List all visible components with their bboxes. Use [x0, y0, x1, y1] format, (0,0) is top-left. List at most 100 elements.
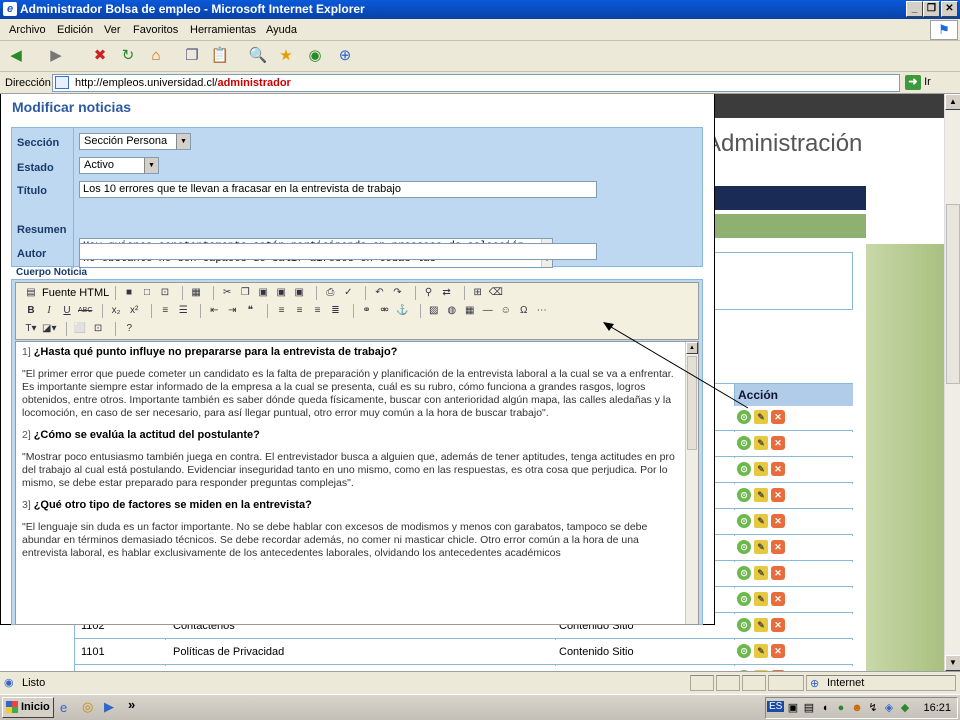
menu-favoritos[interactable]: Favoritos	[133, 24, 178, 36]
select-all-icon[interactable]: ⊞	[471, 286, 485, 300]
unordered-list-icon[interactable]: ☰	[176, 304, 190, 318]
about-icon[interactable]: ?	[122, 322, 136, 336]
tray-app-icon[interactable]: ◈	[882, 701, 896, 715]
new-page-icon[interactable]: □	[140, 286, 154, 300]
edit-icon[interactable]: ✎	[754, 436, 768, 450]
menu-edicion[interactable]: Edición	[57, 24, 93, 36]
favorites-star-icon[interactable]: ★	[274, 45, 298, 67]
align-right-icon[interactable]: ≡	[311, 304, 325, 318]
outlook-quicklaunch-icon[interactable]: ◎	[82, 699, 93, 715]
edit-icon[interactable]: ✎	[754, 410, 768, 424]
strike-icon[interactable]: ABC	[78, 304, 92, 318]
view-icon[interactable]: ⊙	[737, 436, 751, 450]
forward-icon[interactable]: ▶	[44, 45, 68, 67]
home-icon[interactable]: ⌂	[144, 45, 168, 67]
spellcheck-icon[interactable]: ✓	[341, 286, 355, 300]
edit-icon[interactable]: ✎	[754, 566, 768, 580]
security-icon[interactable]: ●	[834, 701, 848, 715]
text-color-icon[interactable]: T▾	[24, 322, 38, 336]
media-icon[interactable]: ◉	[303, 45, 327, 67]
remove-format-icon[interactable]: ⌫	[489, 286, 503, 300]
edit-icon[interactable]: ✎	[754, 488, 768, 502]
delete-icon[interactable]: ✕	[771, 592, 785, 606]
source-icon[interactable]: ▤	[24, 286, 38, 300]
seccion-select[interactable]: Sección Persona ▼	[79, 133, 191, 150]
show-blocks-icon[interactable]: ⊡	[91, 322, 105, 336]
delete-icon[interactable]: ✕	[771, 436, 785, 450]
delete-icon[interactable]: ✕	[771, 462, 785, 476]
restore-button[interactable]: ❐	[923, 1, 940, 17]
go-button[interactable]: ➜ Ir	[905, 75, 955, 92]
refresh-icon[interactable]: ↻	[116, 45, 140, 67]
smiley-icon[interactable]: ☺	[499, 304, 513, 318]
view-icon[interactable]: ⊙	[737, 566, 751, 580]
minimize-button[interactable]: _	[906, 1, 923, 17]
save-icon[interactable]: ■	[122, 286, 136, 300]
editor-scrollbar[interactable]: ▲	[685, 342, 698, 624]
align-left-icon[interactable]: ≡	[275, 304, 289, 318]
page-scrollbar[interactable]: ▲ ▼	[944, 94, 960, 671]
autor-input[interactable]	[79, 243, 597, 260]
view-icon[interactable]: ⊙	[737, 488, 751, 502]
delete-icon[interactable]: ✕	[771, 566, 785, 580]
bg-color-icon[interactable]: ◪▾	[42, 322, 56, 336]
scroll-up-icon[interactable]: ▲	[686, 342, 698, 354]
cut-icon[interactable]: ✂	[220, 286, 234, 300]
view-icon[interactable]: ⊙	[737, 462, 751, 476]
view-icon[interactable]: ⊙	[737, 592, 751, 606]
view-icon[interactable]: ⊙	[737, 540, 751, 554]
unlink-icon[interactable]: ⚮	[378, 304, 392, 318]
copy-icon[interactable]: ❐	[238, 286, 252, 300]
indent-icon[interactable]: ⇥	[225, 304, 239, 318]
delete-icon[interactable]: ✕	[771, 514, 785, 528]
italic-icon[interactable]: I	[42, 304, 56, 318]
scroll-thumb[interactable]	[946, 204, 960, 384]
estado-select[interactable]: Activo ▼	[79, 157, 159, 174]
copy-icon[interactable]: ❐	[180, 45, 204, 67]
view-icon[interactable]: ⊙	[737, 618, 751, 632]
source-button[interactable]: Fuente HTML	[42, 287, 109, 299]
network-icon[interactable]: ▣	[786, 701, 800, 715]
ordered-list-icon[interactable]: ≡	[158, 304, 172, 318]
superscript-icon[interactable]: x²	[127, 304, 141, 318]
paste-word-icon[interactable]: ▣	[292, 286, 306, 300]
view-icon[interactable]: ⊙	[737, 410, 751, 424]
edit-icon[interactable]: ✎	[754, 462, 768, 476]
scroll-up-icon[interactable]: ▲	[945, 94, 960, 110]
ie-quicklaunch-icon[interactable]: e	[60, 700, 67, 715]
view-icon[interactable]: ⊙	[737, 644, 751, 658]
paste-icon[interactable]: 📋	[208, 45, 232, 67]
templates-icon[interactable]: ▦	[189, 286, 203, 300]
page-break-icon[interactable]: ⋯	[535, 304, 549, 318]
close-button[interactable]: ✕	[941, 1, 958, 17]
back-icon[interactable]: ◀	[4, 45, 28, 67]
edit-icon[interactable]: ✎	[754, 618, 768, 632]
image-icon[interactable]: ▨	[427, 304, 441, 318]
menu-ver[interactable]: Ver	[104, 24, 121, 36]
edit-icon[interactable]: ✎	[754, 514, 768, 528]
find-icon[interactable]: ⚲	[422, 286, 436, 300]
search-icon[interactable]: 🔍	[246, 45, 270, 67]
subscript-icon[interactable]: x₂	[109, 304, 123, 318]
paste-icon[interactable]: ▣	[256, 286, 270, 300]
replace-icon[interactable]: ⇄	[440, 286, 454, 300]
horizontal-rule-icon[interactable]: ―	[481, 304, 495, 318]
flash-icon[interactable]: ◍	[445, 304, 459, 318]
edit-icon[interactable]: ✎	[754, 644, 768, 658]
editor-content[interactable]: 1] ¿Hasta qué punto influye no preparars…	[15, 341, 699, 625]
menu-archivo[interactable]: Archivo	[9, 24, 46, 36]
more-chevron[interactable]: »	[128, 697, 135, 712]
special-char-icon[interactable]: Ω	[517, 304, 531, 318]
history-icon[interactable]: ⊕	[333, 45, 357, 67]
bold-icon[interactable]: B	[24, 304, 38, 318]
media-quicklaunch-icon[interactable]: ▶	[104, 699, 114, 715]
link-icon[interactable]: ⚭	[360, 304, 374, 318]
menu-herramientas[interactable]: Herramientas	[190, 24, 256, 36]
delete-icon[interactable]: ✕	[771, 644, 785, 658]
menu-ayuda[interactable]: Ayuda	[266, 24, 297, 36]
redo-icon[interactable]: ↷	[390, 286, 404, 300]
justify-icon[interactable]: ≣	[329, 304, 343, 318]
edit-icon[interactable]: ✎	[754, 540, 768, 554]
scroll-down-icon[interactable]: ▼	[945, 655, 960, 671]
address-input[interactable]: http://empleos.universidad.cl/administra…	[52, 74, 900, 92]
